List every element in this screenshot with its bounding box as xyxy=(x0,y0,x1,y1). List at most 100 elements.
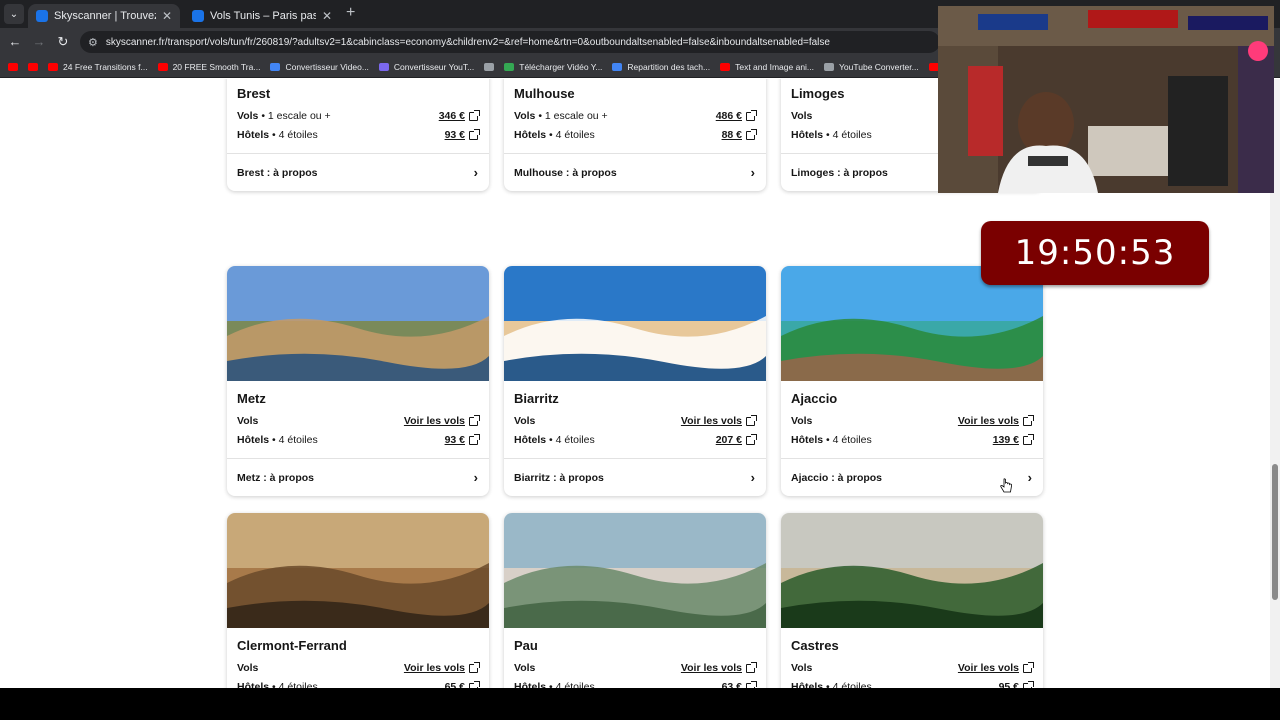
hotels-price-link[interactable]: 88 € xyxy=(721,128,757,141)
new-tab-button[interactable]: + xyxy=(346,5,355,21)
close-icon[interactable]: ✕ xyxy=(322,9,332,23)
bookmark-item[interactable]: Convertisseur Video... xyxy=(270,61,369,72)
destination-name: Clermont-Ferrand xyxy=(237,638,347,653)
bookmark-item[interactable]: Télécharger Vidéo Y... xyxy=(504,62,602,72)
flights-price-text: Voir les vols xyxy=(403,662,465,674)
hotels-label: Hôtels • 4 étoiles xyxy=(237,681,318,688)
hotels-price-text: 207 € xyxy=(715,434,742,446)
flights-price-link[interactable]: Voir les vols xyxy=(680,661,757,674)
destination-name: Ajaccio xyxy=(791,391,838,406)
flights-price-link[interactable]: Voir les vols xyxy=(680,414,757,427)
flights-price-text: Voir les vols xyxy=(680,415,742,427)
flights-label-text: Vols xyxy=(791,662,813,674)
hotels-label-text: Hôtels xyxy=(237,129,270,141)
hotels-price-link[interactable]: 139 € xyxy=(992,433,1034,446)
bookmark-item[interactable]: YouTube Converter... xyxy=(824,62,919,72)
skyscanner-favicon-icon xyxy=(36,10,48,22)
bookmark-favicon-icon xyxy=(157,62,168,71)
destination-card: Brest Vols • 1 escale ou + 346 € Hôtels • 4… xyxy=(227,79,489,191)
hotels-label: Hôtels • 4 étoiles xyxy=(514,434,595,446)
flights-row: Vols • 1 escale ou + 486 € xyxy=(514,109,757,123)
about-link[interactable]: Brest : à propos › xyxy=(237,165,478,180)
address-bar[interactable]: ⚙ skyscanner.fr/transport/vols/tun/fr/26… xyxy=(80,31,940,53)
site-info-icon[interactable]: ⚙ xyxy=(88,36,98,49)
reload-icon[interactable]: ↻ xyxy=(55,34,71,50)
bookmark-label: Convertisseur Video... xyxy=(285,61,369,72)
about-link[interactable]: Ajaccio : à propos › xyxy=(791,470,1032,485)
destination-name: Pau xyxy=(514,638,538,653)
about-link[interactable]: Mulhouse : à propos › xyxy=(514,165,755,180)
destination-photo[interactable] xyxy=(227,513,489,628)
flights-price-link[interactable]: Voir les vols xyxy=(404,414,480,427)
flights-price-text: Voir les vols xyxy=(957,415,1019,427)
hotels-price-link[interactable]: 95 € xyxy=(999,680,1034,688)
tab-label: Skyscanner | Trouvez le vol pas xyxy=(54,10,156,22)
bookmark-label: 20 FREE Smooth Tra... xyxy=(172,61,261,72)
scrollbar-thumb[interactable] xyxy=(1272,464,1278,600)
bookmark-item[interactable]: Convertisseur YouT... xyxy=(378,61,475,72)
bookmark-label: Repartition des tach... xyxy=(627,61,711,72)
destination-photo[interactable] xyxy=(504,513,766,628)
skyscanner-favicon-icon xyxy=(192,10,204,22)
flights-row: Vols Voir les vols xyxy=(237,414,480,428)
flights-price-link[interactable]: Voir les vols xyxy=(403,661,480,674)
flights-price-link[interactable]: 486 € xyxy=(716,109,757,122)
flights-row: Vols Voir les vols xyxy=(791,414,1034,428)
bookmark-favicon-icon xyxy=(824,62,835,71)
flights-price-text: Voir les vols xyxy=(680,662,742,674)
hotels-price-text: 88 € xyxy=(721,129,742,141)
tab-search-button[interactable]: ⌄ xyxy=(4,4,24,24)
flights-row: Vols Voir les vols xyxy=(791,661,1034,675)
destination-photo[interactable] xyxy=(781,513,1043,628)
destination-photo[interactable] xyxy=(227,266,489,381)
forward-arrow-icon[interactable]: → xyxy=(31,34,47,50)
destination-card: Castres Vols Voir les vols Hôtels • 4 étoil… xyxy=(781,513,1043,688)
bookmark-item[interactable] xyxy=(8,62,18,71)
destination-card: Biarritz Vols Voir les vols Hôtels • 4 étoi… xyxy=(504,266,766,496)
bookmark-item[interactable] xyxy=(484,62,495,71)
tab-vols-tunis[interactable]: Vols Tunis – Paris pas chers sur ✕ xyxy=(184,4,340,28)
tab-skyscanner[interactable]: Skyscanner | Trouvez le vol pas ✕ xyxy=(28,4,180,28)
external-link-icon xyxy=(469,661,480,673)
bookmark-item[interactable] xyxy=(28,62,38,71)
flights-row: Vols Voir les vols xyxy=(514,414,757,428)
hotels-row: Hôtels • 4 étoiles 88 € xyxy=(514,128,757,142)
back-arrow-icon[interactable]: ← xyxy=(7,34,23,50)
flights-label-text: Vols xyxy=(237,415,259,427)
flights-label-text: Vols xyxy=(237,662,259,674)
external-link-icon xyxy=(746,661,757,673)
hotels-detail: • 4 étoiles xyxy=(823,681,872,688)
hotels-price-link[interactable]: 93 € xyxy=(445,433,480,446)
hotels-label: Hôtels • 4 étoiles xyxy=(237,434,318,446)
flights-price-link[interactable]: Voir les vols xyxy=(957,414,1034,427)
screen: ⌄ Skyscanner | Trouvez le vol pas ✕ Vols… xyxy=(0,0,1280,720)
hotels-price-text: 139 € xyxy=(992,434,1019,446)
flights-price-text: 346 € xyxy=(438,110,465,122)
destination-card: Clermont-Ferrand Vols Voir les vols Hôtels … xyxy=(227,513,489,688)
hotels-price-link[interactable]: 93 € xyxy=(445,128,480,141)
destination-name: Castres xyxy=(791,638,839,653)
external-link-icon xyxy=(746,109,757,121)
flights-price-link[interactable]: 346 € xyxy=(438,109,480,122)
hotels-detail: • 4 étoiles xyxy=(546,681,595,688)
bookmark-item[interactable]: Text and Image ani... xyxy=(720,62,814,72)
bookmark-item[interactable]: Repartition des tach... xyxy=(612,62,710,72)
card-divider xyxy=(781,458,1043,459)
about-link[interactable]: Metz : à propos › xyxy=(237,470,478,485)
bookmark-item[interactable]: 20 FREE Smooth Tra... xyxy=(157,61,261,72)
hotels-price-link[interactable]: 63 € xyxy=(722,680,757,688)
bookmark-label: Convertisseur YouT... xyxy=(393,61,475,72)
hotels-label-text: Hôtels xyxy=(791,681,824,688)
flights-price-link[interactable]: Voir les vols xyxy=(958,661,1034,674)
hotels-price-link[interactable]: 207 € xyxy=(715,433,757,446)
flights-label-text: Vols xyxy=(791,110,813,122)
about-link[interactable]: Biarritz : à propos › xyxy=(514,470,755,485)
flights-label-text: Vols xyxy=(791,415,813,427)
destination-photo[interactable] xyxy=(504,266,766,381)
hotels-price-link[interactable]: 65 € xyxy=(445,680,480,688)
bookmark-item[interactable]: 24 Free Transitions f... xyxy=(48,62,148,72)
external-link-icon xyxy=(746,433,757,445)
hotels-detail: • 4 étoiles xyxy=(546,434,595,446)
close-icon[interactable]: ✕ xyxy=(162,9,172,23)
hotels-label-text: Hôtels xyxy=(791,434,824,446)
